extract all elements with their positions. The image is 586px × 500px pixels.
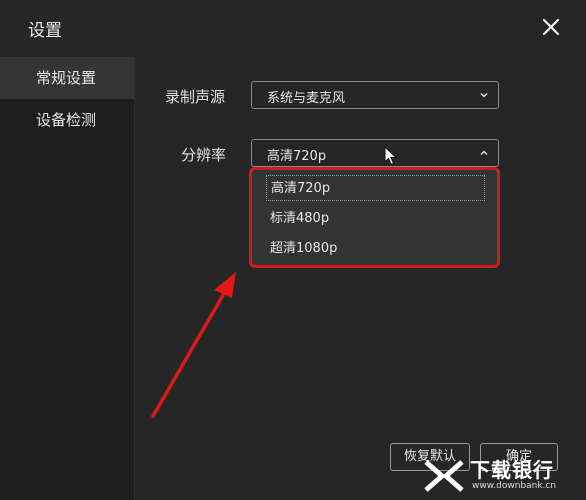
settings-panel: 录制声源 系统与麦克风 分辨率 高清720p — [135, 57, 586, 500]
resolution-option-1080p[interactable]: 超清1080p — [266, 236, 485, 262]
resolution-value: 高清720p — [267, 149, 327, 164]
watermark: 下载银行 www.downbank.cn — [418, 450, 586, 500]
title-bar: 设置 — [0, 0, 586, 57]
resolution-option-480p[interactable]: 标清480p — [266, 206, 485, 232]
close-button[interactable] — [538, 14, 564, 40]
watermark-url: www.downbank.cn — [472, 481, 557, 491]
close-icon — [542, 18, 560, 36]
resolution-label: 分辨率 — [181, 146, 227, 164]
audio-source-value: 系统与麦克风 — [267, 91, 346, 106]
audio-source-label: 录制声源 — [165, 88, 226, 106]
audio-source-select[interactable]: 系统与麦克风 — [251, 81, 499, 109]
sidebar-item-general[interactable]: 常规设置 — [0, 57, 134, 99]
sidebar-item-device-check[interactable]: 设备检测 — [0, 99, 134, 141]
resolution-select[interactable]: 高清720p — [251, 139, 499, 167]
resolution-dropdown: 高清720p 标清480p 超清1080p — [249, 167, 500, 268]
watermark-logo-icon — [424, 460, 464, 492]
resolution-option-720p[interactable]: 高清720p — [266, 175, 485, 201]
watermark-text: 下载银行 — [470, 458, 554, 482]
chevron-up-icon — [480, 150, 488, 155]
sidebar: 常规设置 设备检测 — [0, 57, 135, 500]
window-title: 设置 — [28, 21, 62, 41]
chevron-down-icon — [480, 93, 488, 98]
mouse-cursor-icon — [384, 146, 398, 166]
